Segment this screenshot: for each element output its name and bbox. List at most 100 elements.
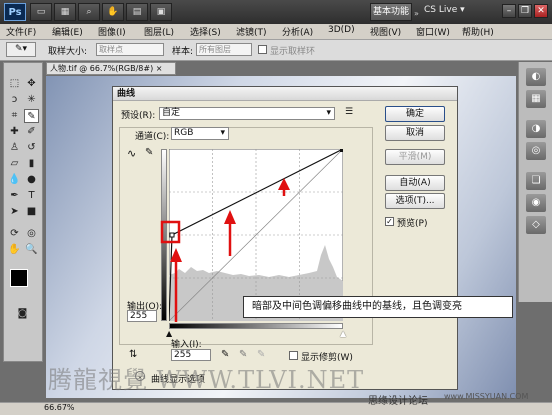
- curve-endpoint[interactable]: [340, 149, 343, 152]
- preset-value: 自定: [162, 108, 181, 118]
- menu-edit[interactable]: 编辑(E): [52, 25, 83, 38]
- close-document-icon[interactable]: ×: [156, 64, 163, 73]
- workspace-button[interactable]: 基本功能: [370, 3, 412, 21]
- channel-label: 通道(C):: [135, 132, 170, 142]
- hand-icon[interactable]: ✋: [102, 3, 124, 21]
- ok-button[interactable]: 确定: [385, 106, 445, 122]
- panel-dock: ◐ ▦ ◑ ◎ ❏ ◉ ◇: [518, 62, 552, 302]
- crop-icon[interactable]: ⌗: [7, 109, 22, 123]
- foreground-color-swatch[interactable]: [10, 269, 28, 287]
- cancel-button[interactable]: 取消: [385, 125, 445, 141]
- preset-options-icon[interactable]: ☰: [345, 107, 353, 117]
- sample-size-label: 取样大小:: [48, 47, 88, 57]
- channels-panel-icon[interactable]: ◉: [526, 194, 546, 212]
- options-bar: ✎▾ 取样大小: 取样点 样本: 所有图层 显示取样环: [0, 40, 552, 61]
- pencil-draw-icon[interactable]: ✎: [145, 147, 153, 158]
- channel-value: RGB: [174, 128, 194, 138]
- white-eyedropper-icon[interactable]: ✎: [257, 349, 265, 360]
- swatches-panel-icon[interactable]: ▦: [526, 90, 546, 108]
- show-clipping-checkbox[interactable]: [289, 351, 298, 360]
- brush-icon[interactable]: ✐: [24, 125, 39, 139]
- close-icon[interactable]: ✕: [534, 4, 548, 18]
- curve-point-tool-icon[interactable]: ∿: [127, 147, 136, 160]
- show-ring-label: 显示取样环: [270, 47, 316, 57]
- menu-3d[interactable]: 3D(D): [328, 25, 355, 35]
- sample-select[interactable]: 所有图层: [196, 43, 252, 56]
- auto-button[interactable]: 自动(A): [385, 175, 445, 191]
- menu-bar: 文件(F) 编辑(E) 图像(I) 图层(L) 选择(S) 滤镜(T) 分析(A…: [0, 24, 552, 40]
- menu-layer[interactable]: 图层(L): [144, 25, 174, 38]
- minibridge-icon[interactable]: ▦: [54, 3, 76, 21]
- document-tab[interactable]: 人物.tif @ 66.7%(RGB/8#) ×: [46, 62, 176, 75]
- menu-analysis[interactable]: 分析(A): [282, 25, 313, 38]
- 3d-rotate-icon[interactable]: ⟳: [7, 227, 22, 241]
- dialog-title: 曲线: [113, 87, 457, 101]
- preset-label: 预设(R):: [121, 111, 156, 121]
- workspace-chevron-icon[interactable]: »: [414, 9, 419, 18]
- curve-control-point[interactable]: [169, 232, 175, 238]
- zoom-tool-icon[interactable]: 🔍: [24, 243, 39, 257]
- restore-icon[interactable]: ❐: [518, 4, 532, 18]
- chevron-down-icon: ▾: [326, 108, 331, 118]
- eyedropper-preset-icon[interactable]: ✎▾: [6, 42, 36, 57]
- curves-dialog: 曲线 预设(R): 自定 ▾ ☰ 确定 取消 平滑(M) 自动(A) 选项(T).…: [112, 86, 458, 390]
- pen-icon[interactable]: ✒: [7, 189, 22, 203]
- menu-file[interactable]: 文件(F): [6, 25, 36, 38]
- arrange-documents-icon[interactable]: ▤: [126, 3, 148, 21]
- annotation-callout: 暗部及中间色调偏移曲线中的基线，且色调变亮: [243, 296, 513, 318]
- marquee-icon[interactable]: ⬚: [7, 77, 22, 91]
- sample-size-select[interactable]: 取样点: [96, 43, 164, 56]
- options-button[interactable]: 选项(T)...: [385, 193, 445, 209]
- preset-select[interactable]: 自定 ▾: [159, 107, 335, 120]
- history-brush-icon[interactable]: ↺: [24, 141, 39, 155]
- hand-tool-icon[interactable]: ✋: [7, 243, 22, 257]
- masks-panel-icon[interactable]: ◎: [526, 142, 546, 160]
- watermark: 腾龍視覺 WWW.TLVI.NET: [48, 366, 365, 394]
- dodge-icon[interactable]: ●: [24, 173, 39, 187]
- zoom-level[interactable]: 66.67%: [44, 403, 75, 412]
- white-point-slider[interactable]: ▲: [340, 329, 346, 338]
- bridge-icon[interactable]: ▭: [30, 3, 52, 21]
- adjustments-panel-icon[interactable]: ◑: [526, 120, 546, 138]
- minimize-icon[interactable]: –: [502, 4, 516, 18]
- menu-image[interactable]: 图像(I): [98, 25, 126, 38]
- screen-mode-icon[interactable]: ▣: [150, 3, 172, 21]
- menu-select[interactable]: 选择(S): [190, 25, 221, 38]
- shape-icon[interactable]: ■: [24, 205, 39, 219]
- move-icon[interactable]: ✥: [24, 77, 39, 91]
- zoom-icon[interactable]: ⌕: [78, 3, 100, 21]
- on-image-adjust-icon[interactable]: ⇅: [129, 349, 137, 360]
- menu-window[interactable]: 窗口(W): [416, 25, 450, 38]
- path-selection-icon[interactable]: ➤: [7, 205, 22, 219]
- gradient-icon[interactable]: ▮: [24, 157, 39, 171]
- color-panel-icon[interactable]: ◐: [526, 68, 546, 86]
- menu-filter[interactable]: 滤镜(T): [236, 25, 267, 38]
- layers-panel-icon[interactable]: ❏: [526, 172, 546, 190]
- output-gradient-bar: [161, 149, 167, 321]
- quick-mask-icon[interactable]: ◙: [15, 307, 30, 321]
- paths-panel-icon[interactable]: ◇: [526, 216, 546, 234]
- menu-view[interactable]: 视图(V): [370, 25, 401, 38]
- menu-help[interactable]: 帮助(H): [462, 25, 494, 38]
- 3d-orbit-icon[interactable]: ◎: [24, 227, 39, 241]
- healing-brush-icon[interactable]: ✚: [7, 125, 22, 139]
- clone-stamp-icon[interactable]: ♙: [7, 141, 22, 155]
- type-icon[interactable]: T: [24, 189, 39, 203]
- eraser-icon[interactable]: ▱: [7, 157, 22, 171]
- show-ring-checkbox[interactable]: [258, 45, 267, 54]
- gray-eyedropper-icon[interactable]: ✎: [239, 349, 247, 360]
- black-eyedropper-icon[interactable]: ✎: [221, 349, 229, 360]
- lasso-icon[interactable]: ↄ: [7, 93, 22, 107]
- smooth-button[interactable]: 平滑(M): [385, 149, 445, 165]
- output-field[interactable]: 255: [127, 310, 157, 322]
- channel-select[interactable]: RGB ▾: [171, 127, 229, 140]
- magic-wand-icon[interactable]: ✳: [24, 93, 39, 107]
- title-bar: Ps ▭ ▦ ⌕ ✋ ▤ ▣ 基本功能 » CS Live ▾ – ❐ ✕: [0, 0, 552, 24]
- cs-live-button[interactable]: CS Live ▾: [424, 5, 465, 15]
- photoshop-logo: Ps: [4, 3, 26, 21]
- cs-live-label: CS Live: [424, 5, 458, 15]
- blur-icon[interactable]: 💧: [7, 173, 22, 187]
- chevron-down-icon: ▾: [220, 128, 225, 138]
- eyedropper-icon[interactable]: ✎: [24, 109, 39, 123]
- preview-checkbox[interactable]: ✓: [385, 217, 394, 226]
